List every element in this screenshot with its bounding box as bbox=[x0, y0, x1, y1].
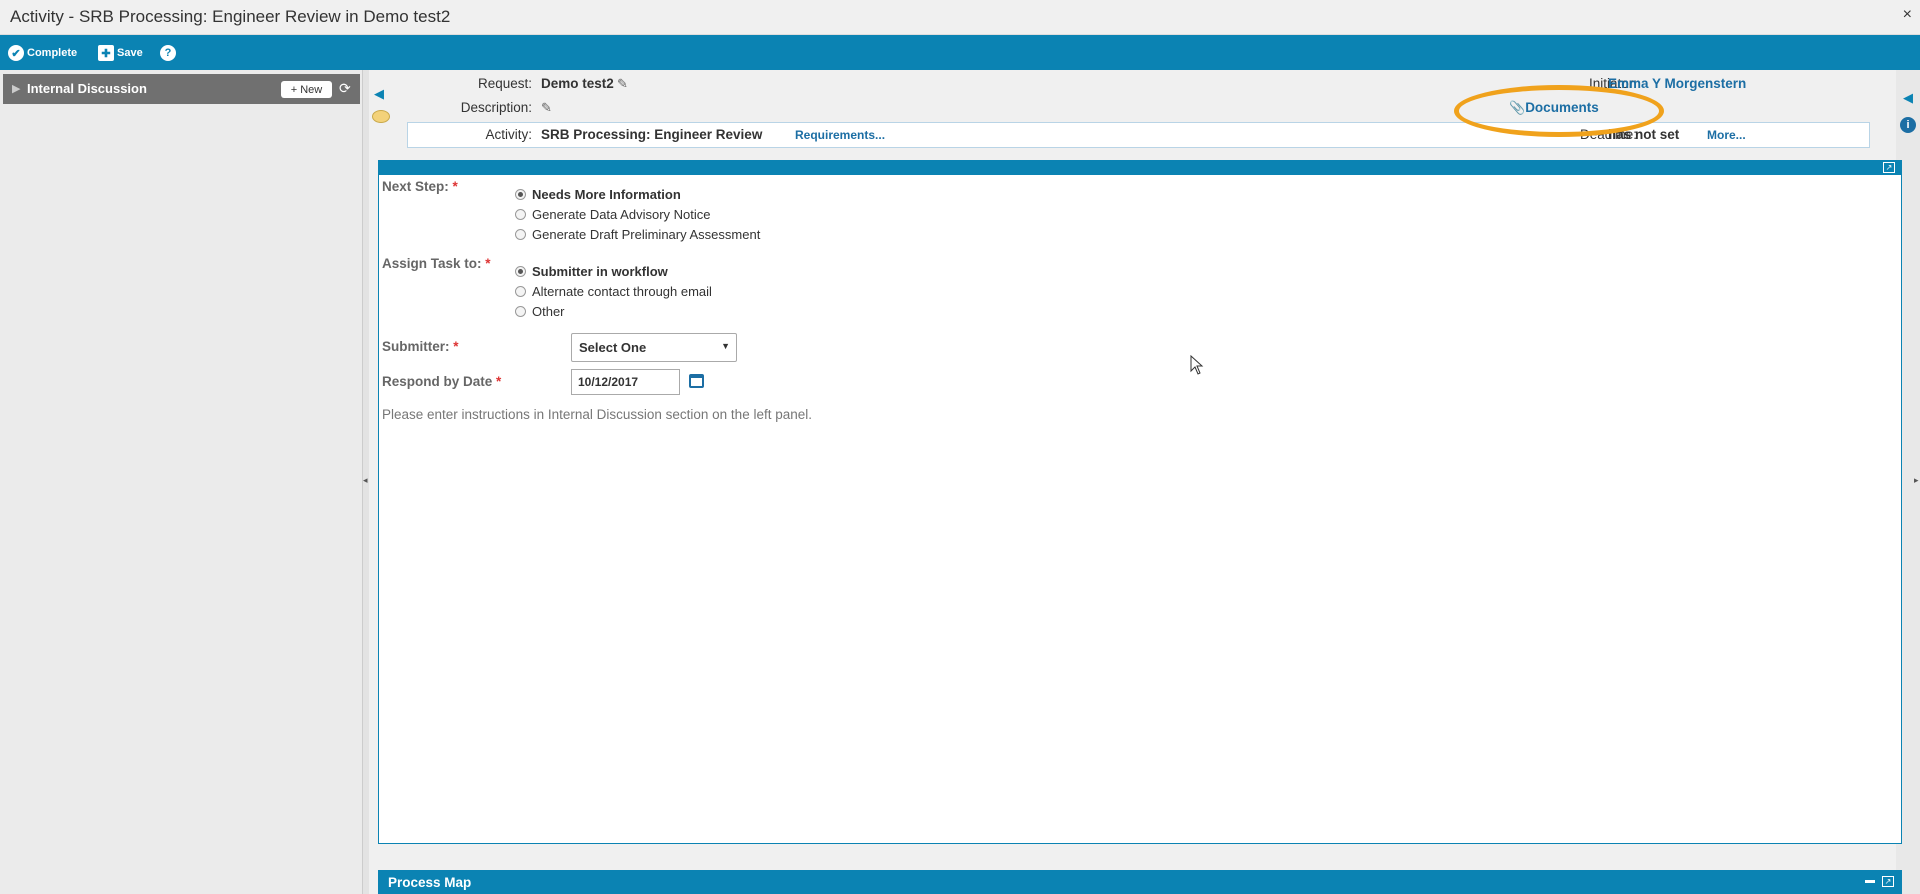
internal-discussion-label: Internal Discussion bbox=[27, 81, 147, 96]
submitter-select-value: Select One bbox=[579, 340, 647, 355]
more-link[interactable]: More... bbox=[1707, 128, 1746, 142]
complete-label: Complete bbox=[27, 47, 78, 59]
window-titlebar: Activity - SRB Processing: Engineer Revi… bbox=[0, 0, 1920, 35]
activity-value: SRB Processing: Engineer Review bbox=[541, 127, 763, 142]
internal-discussion-header[interactable]: ▶ Internal Discussion + New ⟳ bbox=[3, 74, 360, 104]
required-mark: * bbox=[453, 339, 459, 354]
assign-option[interactable]: Submitter in workflow bbox=[515, 264, 668, 279]
next-step-option[interactable]: Needs More Information bbox=[515, 187, 681, 202]
assign-option[interactable]: Other bbox=[515, 304, 565, 319]
required-mark: * bbox=[452, 179, 458, 194]
calendar-icon[interactable] bbox=[689, 374, 704, 388]
initiator-link[interactable]: Emma Y Morgenstern bbox=[1608, 76, 1746, 91]
radio-icon bbox=[515, 209, 526, 220]
dropdown-arrow-icon: ▼ bbox=[721, 341, 730, 351]
next-step-option[interactable]: Generate Data Advisory Notice bbox=[515, 207, 710, 222]
respond-by-label: Respond by Date * bbox=[382, 374, 502, 389]
left-panel: ▶ Internal Discussion + New ⟳ bbox=[0, 70, 363, 894]
required-mark: * bbox=[496, 374, 502, 389]
collapse-right-icon[interactable]: ▸ bbox=[1914, 475, 1919, 486]
save-label: Save bbox=[117, 47, 143, 59]
assign-option[interactable]: Alternate contact through email bbox=[515, 284, 712, 299]
edit-request-icon[interactable]: ✎ bbox=[617, 76, 628, 92]
form-panel: ↗ Next Step: * Needs More Information Ge… bbox=[378, 160, 1902, 844]
help-icon: ? bbox=[160, 45, 176, 61]
info-icon[interactable]: i bbox=[1900, 117, 1916, 133]
respond-by-date-input[interactable]: 10/12/2017 bbox=[571, 369, 680, 395]
instructions-hint: Please enter instructions in Internal Di… bbox=[382, 407, 812, 422]
radio-icon bbox=[515, 266, 526, 277]
request-value: Demo test2 bbox=[541, 76, 614, 91]
check-circle-icon: ✔ bbox=[8, 45, 24, 61]
assign-task-label: Assign Task to: * bbox=[382, 256, 491, 271]
collapse-left-icon[interactable]: ◂ bbox=[363, 475, 368, 486]
radio-icon bbox=[515, 189, 526, 200]
edit-description-icon[interactable]: ✎ bbox=[541, 100, 552, 116]
form-panel-header: ↗ bbox=[379, 161, 1901, 175]
refresh-icon[interactable]: ⟳ bbox=[339, 80, 351, 97]
save-icon: ✚ bbox=[98, 45, 114, 61]
complete-button[interactable]: ✔ Complete bbox=[8, 44, 77, 62]
next-step-label: Next Step: * bbox=[382, 179, 458, 194]
maximize-icon[interactable]: ↗ bbox=[1883, 162, 1895, 173]
radio-icon bbox=[515, 286, 526, 297]
expand-left-icon[interactable]: ◀ bbox=[374, 86, 384, 102]
next-step-option[interactable]: Generate Draft Preliminary Assessment bbox=[515, 227, 760, 242]
process-map-label: Process Map bbox=[388, 875, 472, 890]
radio-icon bbox=[515, 229, 526, 240]
process-map-panel[interactable]: Process Map ▬ ↗ bbox=[378, 870, 1902, 894]
submitter-select[interactable]: Select One ▼ bbox=[571, 333, 737, 362]
comment-icon[interactable] bbox=[372, 110, 390, 123]
requirements-link[interactable]: Requirements... bbox=[795, 128, 885, 142]
documents-highlight-annotation bbox=[1454, 85, 1664, 137]
radio-icon bbox=[515, 306, 526, 317]
pin-icon[interactable]: ▬ bbox=[1865, 876, 1876, 887]
description-label: Description: bbox=[460, 100, 532, 115]
maximize-icon[interactable]: ↗ bbox=[1882, 876, 1894, 887]
save-button[interactable]: ✚ Save bbox=[98, 44, 143, 62]
toolbar: ✔ Complete ✚ Save ? bbox=[0, 35, 1920, 70]
submitter-label: Submitter: * bbox=[382, 339, 459, 354]
new-discussion-button[interactable]: + New bbox=[281, 81, 332, 98]
chevron-right-icon[interactable]: ▶ bbox=[12, 82, 20, 95]
help-button[interactable]: ? bbox=[160, 44, 179, 62]
request-label: Request: bbox=[477, 76, 532, 91]
window-title: Activity - SRB Processing: Engineer Revi… bbox=[10, 7, 451, 26]
expand-right-icon[interactable]: ◀ bbox=[1903, 90, 1913, 106]
required-mark: * bbox=[485, 256, 491, 271]
close-icon[interactable]: × bbox=[1903, 6, 1912, 24]
activity-label: Activity: bbox=[485, 127, 532, 142]
